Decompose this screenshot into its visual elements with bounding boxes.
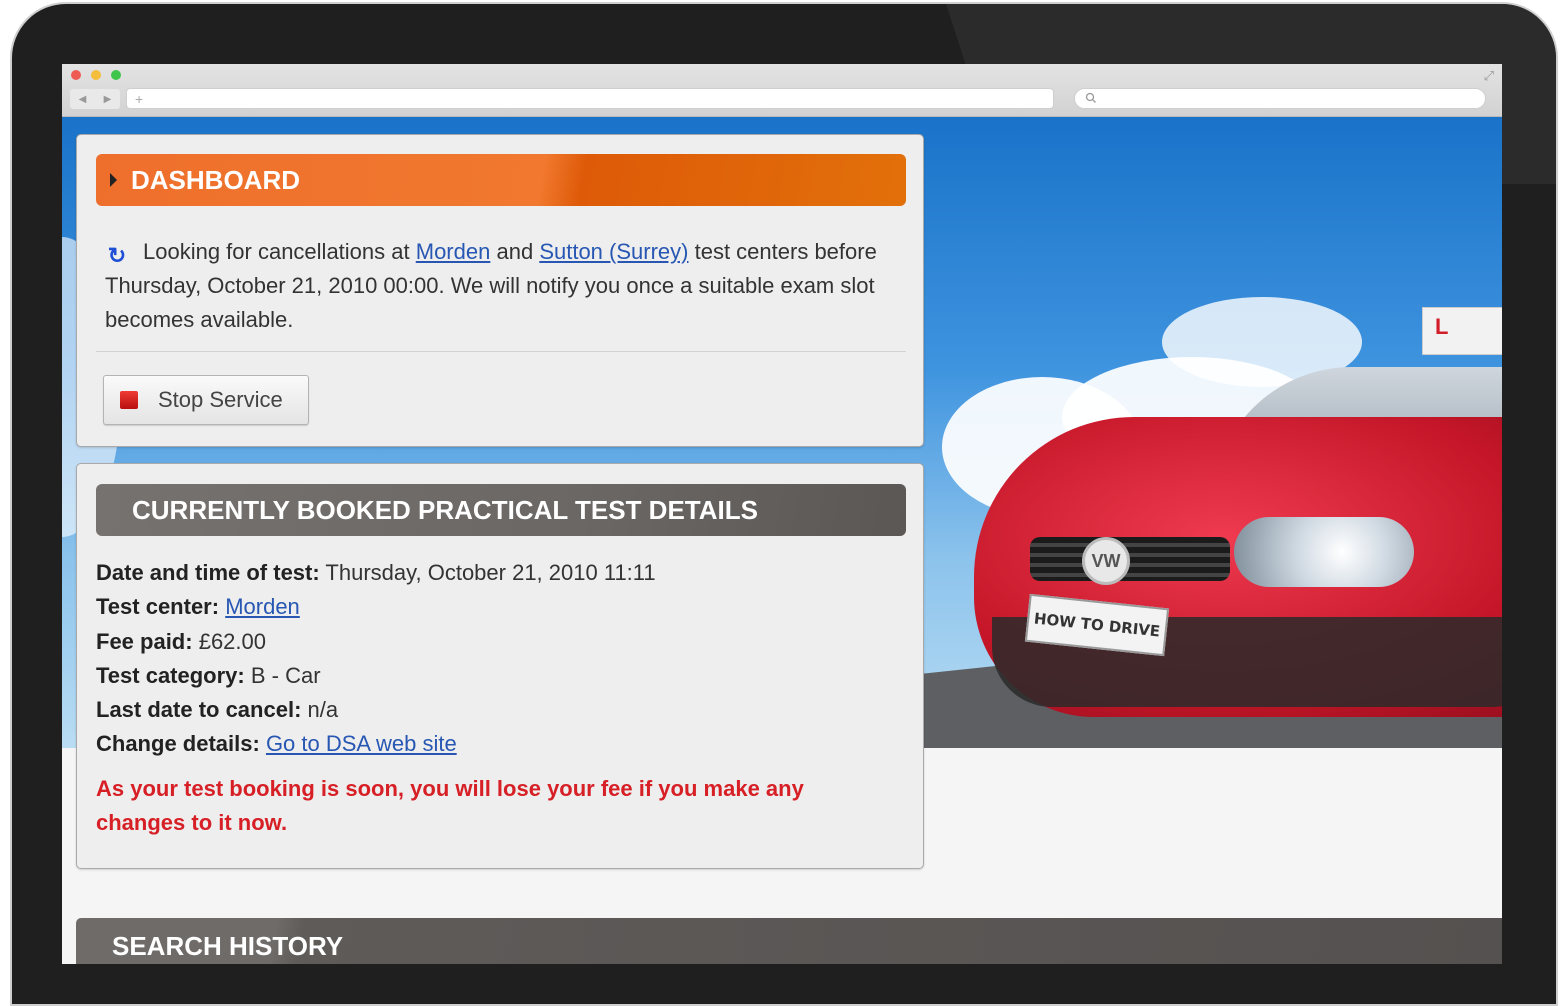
stop-icon xyxy=(120,391,138,409)
booked-test-details: Date and time of test: Thursday, October… xyxy=(96,556,656,762)
fee-warning: As your test booking is soon, you will l… xyxy=(96,776,804,835)
car-headlight xyxy=(1234,517,1414,587)
address-bar[interactable]: + xyxy=(126,88,1054,109)
search-history-title: SEARCH HISTORY xyxy=(112,931,344,961)
booked-test-header: CURRENTLY BOOKED PRACTICAL TEST DETAILS xyxy=(96,484,906,536)
booked-test-panel: CURRENTLY BOOKED PRACTICAL TEST DETAILS … xyxy=(76,463,924,869)
detail-row-center: Test center: Morden xyxy=(96,590,656,624)
refresh-icon: ↻ xyxy=(107,243,127,268)
fullscreen-icon[interactable]: ⤢ xyxy=(1484,68,1494,84)
browser-toolbar: ◀ ▶ + ⤢ xyxy=(62,64,1502,117)
close-window-button[interactable] xyxy=(71,70,81,80)
detail-label: Fee paid: xyxy=(96,628,193,654)
detail-row-category: Test category: B - Car xyxy=(96,659,656,693)
forward-arrow-icon[interactable]: ▶ xyxy=(104,94,112,105)
nav-arrows: ◀ ▶ xyxy=(70,89,120,109)
test-center-link-sutton[interactable]: Sutton (Surrey) xyxy=(539,239,688,264)
detail-value: n/a xyxy=(307,697,339,723)
screen: ◀ ▶ + ⤢ L VW HOW TO DRIVE DASHBOARD ↻ Lo… xyxy=(62,64,1502,964)
search-history-header[interactable]: SEARCH HISTORY xyxy=(76,918,1502,964)
learner-sign-letter: L xyxy=(1435,314,1449,339)
stop-service-label: Stop Service xyxy=(158,387,283,412)
minimize-window-button[interactable] xyxy=(91,70,101,80)
detail-value: £62.00 xyxy=(198,628,266,654)
divider xyxy=(96,351,906,352)
car-logo-icon: VW xyxy=(1082,537,1130,585)
back-arrow-icon[interactable]: ◀ xyxy=(79,94,87,105)
detail-label: Test category: xyxy=(96,662,245,688)
expand-arrow-icon xyxy=(110,173,117,187)
car-grille xyxy=(1030,537,1230,581)
test-center-link[interactable]: Morden xyxy=(225,594,300,619)
dashboard-title: DASHBOARD xyxy=(131,165,300,195)
detail-row-date: Date and time of test: Thursday, October… xyxy=(96,556,656,590)
learner-sign: L xyxy=(1422,307,1502,355)
detail-label: Change details: xyxy=(96,731,260,757)
dashboard-panel: DASHBOARD ↻ Looking for cancellations at … xyxy=(76,134,924,447)
zoom-window-button[interactable] xyxy=(111,70,121,80)
detail-row-change: Change details: Go to DSA web site xyxy=(96,727,656,761)
new-tab-icon[interactable]: + xyxy=(135,91,143,107)
detail-row-fee: Fee paid: £62.00 xyxy=(96,625,656,659)
status-prefix: Looking for cancellations at xyxy=(143,239,410,264)
detail-label: Test center: xyxy=(96,594,220,620)
status-connector: and xyxy=(496,239,534,264)
browser-search-bar[interactable] xyxy=(1074,88,1486,109)
detail-label: Last date to cancel: xyxy=(96,697,302,723)
detail-row-cancel: Last date to cancel: n/a xyxy=(96,693,656,727)
search-status-message: ↻ Looking for cancellations at Morden and… xyxy=(105,235,905,337)
search-icon xyxy=(1085,92,1096,103)
dsa-website-link[interactable]: Go to DSA web site xyxy=(266,731,457,756)
detail-label: Date and time of test: xyxy=(96,560,320,585)
detail-value: B - Car xyxy=(250,662,321,688)
test-center-link-morden[interactable]: Morden xyxy=(416,239,491,264)
dashboard-header[interactable]: DASHBOARD xyxy=(96,154,906,206)
booked-test-title: CURRENTLY BOOKED PRACTICAL TEST DETAILS xyxy=(132,495,758,525)
detail-value: Thursday, October 21, 2010 11:11 xyxy=(325,560,656,585)
stop-service-button[interactable]: Stop Service xyxy=(103,375,309,425)
